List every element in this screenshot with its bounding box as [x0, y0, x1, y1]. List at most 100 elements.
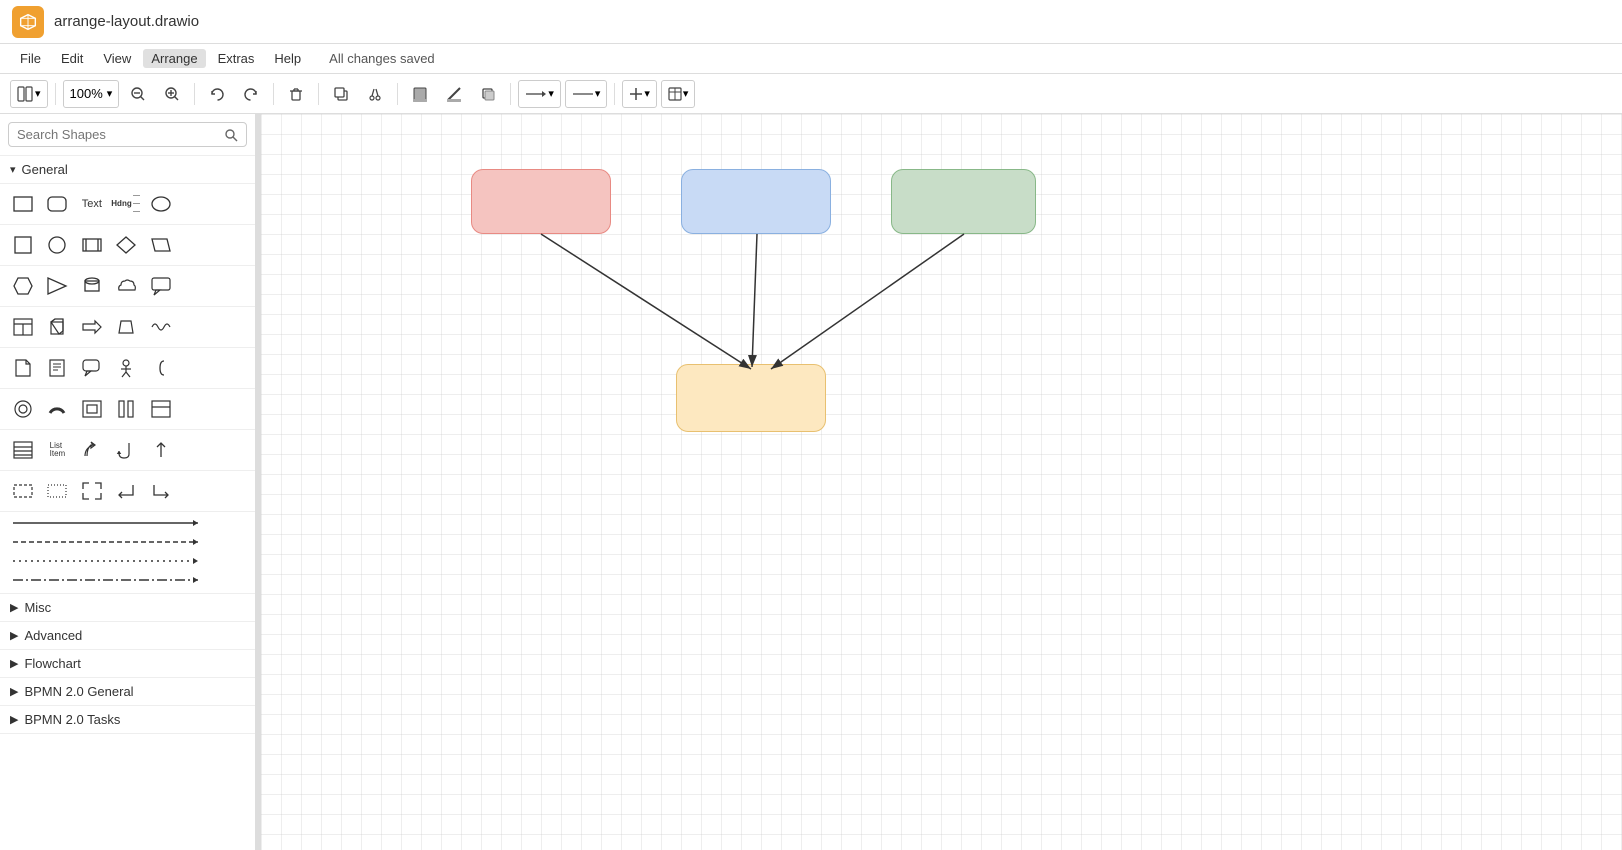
menu-edit[interactable]: Edit	[53, 49, 91, 68]
shape-table[interactable]	[8, 313, 38, 341]
shape-empty4	[215, 231, 245, 259]
shape-donut[interactable]	[8, 395, 38, 423]
redo-button[interactable]	[236, 80, 266, 108]
search-input-wrapper[interactable]	[8, 122, 247, 147]
zoom-selector[interactable]: 100% ▾	[63, 80, 120, 108]
line-color-button[interactable]	[439, 80, 469, 108]
category-advanced-arrow: ▶	[10, 629, 18, 642]
category-bpmn-general[interactable]: ▶ BPMN 2.0 General	[0, 678, 255, 706]
shape-diamond[interactable]	[111, 231, 141, 259]
canvas[interactable]	[261, 114, 1622, 850]
shape-bracket[interactable]	[146, 354, 176, 382]
shape-page[interactable]	[8, 354, 38, 382]
shape-dashed-rect[interactable]	[8, 477, 38, 505]
menu-help[interactable]: Help	[266, 49, 309, 68]
shape-square[interactable]	[8, 231, 38, 259]
shape-heading-text[interactable]: Hdng — — —	[111, 190, 141, 218]
insert-button[interactable]: ▾	[622, 80, 657, 108]
node-blue[interactable]	[681, 169, 831, 234]
shape-cloud[interactable]	[111, 272, 141, 300]
shape-grid-row3	[0, 266, 255, 307]
shape-rect-group[interactable]	[146, 395, 176, 423]
connector-style[interactable]: ▾	[518, 80, 561, 108]
panel-toggle[interactable]: ▾	[10, 80, 48, 108]
menu-extras[interactable]: Extras	[210, 49, 263, 68]
category-misc-label: Misc	[24, 600, 51, 615]
node-pink[interactable]	[471, 169, 611, 234]
shape-dashed-rect2[interactable]	[42, 477, 72, 505]
category-misc-arrow: ▶	[10, 601, 18, 614]
delete-button[interactable]	[281, 80, 311, 108]
shape-text[interactable]: Text	[77, 190, 107, 218]
shape-empty15	[180, 477, 210, 505]
shape-empty5	[180, 272, 210, 300]
node-green[interactable]	[891, 169, 1036, 234]
category-general[interactable]: ▾ General	[0, 156, 255, 184]
category-general-label: General	[22, 162, 68, 177]
sep7	[614, 83, 615, 105]
shape-circle[interactable]	[42, 231, 72, 259]
node-orange[interactable]	[676, 364, 826, 432]
shape-list-item[interactable]: ListItem	[42, 436, 72, 464]
line-solid[interactable]	[8, 516, 247, 530]
shape-empty1	[180, 190, 210, 218]
cut-button[interactable]	[360, 80, 390, 108]
line-long-dashed-arrow[interactable]	[8, 573, 247, 587]
shape-parallelogram[interactable]	[146, 231, 176, 259]
shape-u-turn-left[interactable]	[111, 436, 141, 464]
line-style-selector[interactable]: ▾	[565, 80, 608, 108]
category-flowchart-arrow: ▶	[10, 657, 18, 670]
shape-trapezoid[interactable]	[111, 313, 141, 341]
shadow-button[interactable]	[473, 80, 503, 108]
shape-ellipse[interactable]	[146, 190, 176, 218]
category-misc[interactable]: ▶ Misc	[0, 594, 255, 622]
shape-page-alt[interactable]	[42, 354, 72, 382]
shape-person[interactable]	[111, 354, 141, 382]
toolbar: ▾ 100% ▾ ▾ ▾	[0, 74, 1622, 114]
search-input[interactable]	[17, 127, 218, 142]
zoom-in-button[interactable]	[157, 80, 187, 108]
menu-file[interactable]: File	[12, 49, 49, 68]
menu-arrange[interactable]: Arrange	[143, 49, 205, 68]
copy-button[interactable]	[326, 80, 356, 108]
shape-partial-ring[interactable]	[42, 395, 72, 423]
fill-color-button[interactable]	[405, 80, 435, 108]
shape-rectangle[interactable]	[8, 190, 38, 218]
shape-process[interactable]	[77, 231, 107, 259]
shape-hexagon[interactable]	[8, 272, 38, 300]
shape-arrow-up[interactable]	[146, 436, 176, 464]
category-advanced[interactable]: ▶ Advanced	[0, 622, 255, 650]
shape-open-corners[interactable]	[77, 477, 107, 505]
category-general-arrow: ▾	[10, 163, 16, 176]
shape-triangle-right[interactable]	[42, 272, 72, 300]
shape-arrow-corner-left[interactable]	[111, 477, 141, 505]
title-bar: arrange-layout.drawio	[0, 0, 1622, 44]
table-insert-button[interactable]: ▾	[661, 80, 696, 108]
shape-empty2	[215, 190, 245, 218]
shape-arrow-corner-right[interactable]	[146, 477, 176, 505]
shape-rounded-rect[interactable]	[42, 190, 72, 218]
shape-speech-bubble[interactable]	[77, 354, 107, 382]
shape-callout[interactable]	[146, 272, 176, 300]
shape-list[interactable]	[8, 436, 38, 464]
shape-cylinder[interactable]	[77, 272, 107, 300]
shape-curve-right[interactable]	[77, 436, 107, 464]
line-dashed-arrow[interactable]	[8, 535, 247, 549]
category-bpmn-general-arrow: ▶	[10, 685, 18, 698]
category-flowchart[interactable]: ▶ Flowchart	[0, 650, 255, 678]
category-advanced-label: Advanced	[24, 628, 82, 643]
shape-arrow-right[interactable]	[77, 313, 107, 341]
shape-empty11	[180, 395, 210, 423]
category-bpmn-tasks[interactable]: ▶ BPMN 2.0 Tasks	[0, 706, 255, 734]
shape-cube[interactable]	[42, 313, 72, 341]
shape-inner-rect[interactable]	[77, 395, 107, 423]
shape-empty8	[215, 313, 245, 341]
zoom-out-button[interactable]	[123, 80, 153, 108]
shape-wave[interactable]	[146, 313, 176, 341]
shapes-list: ▾ General Text Hdng — — —	[0, 156, 255, 850]
shape-vert-bar[interactable]	[111, 395, 141, 423]
line-dotted-arrow[interactable]	[8, 554, 247, 568]
menu-view[interactable]: View	[95, 49, 139, 68]
sep6	[510, 83, 511, 105]
undo-button[interactable]	[202, 80, 232, 108]
